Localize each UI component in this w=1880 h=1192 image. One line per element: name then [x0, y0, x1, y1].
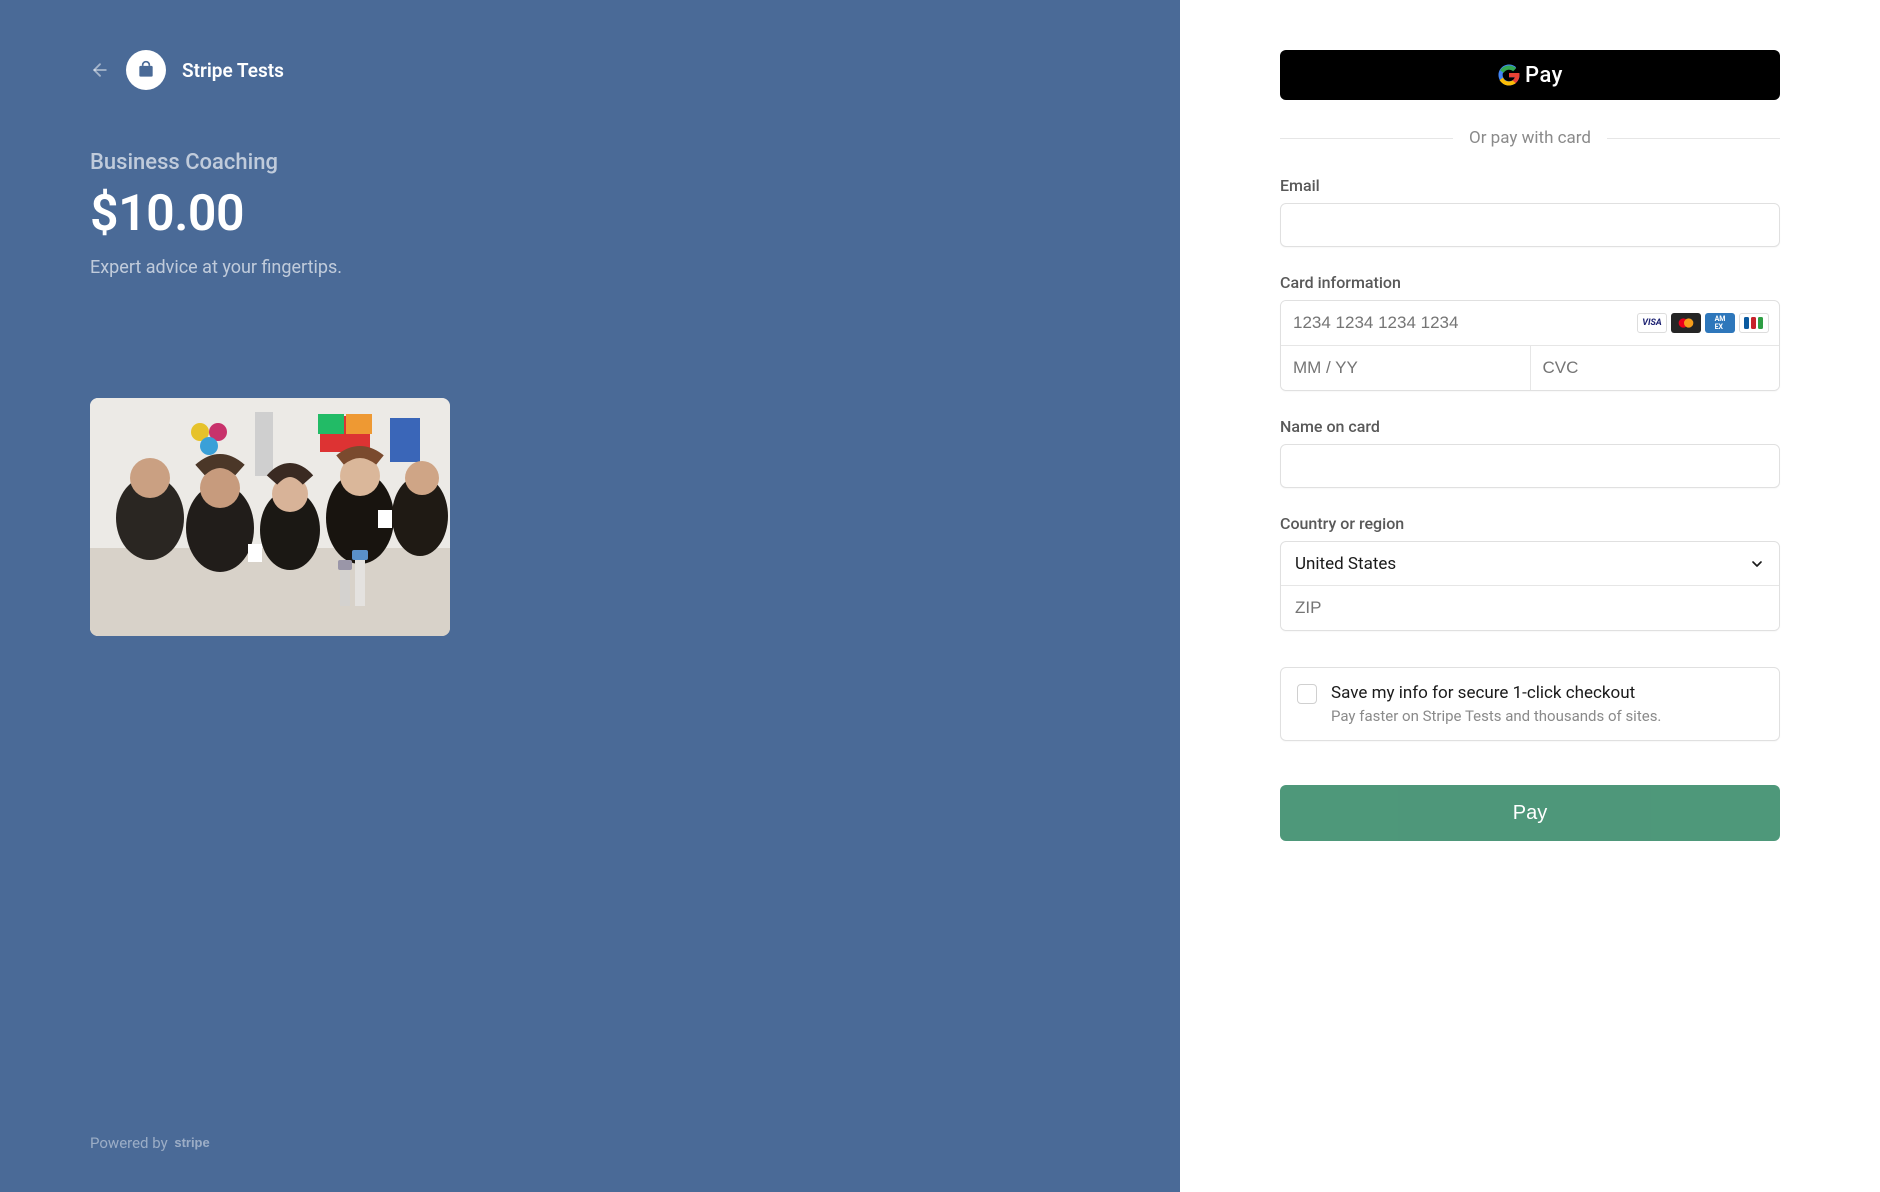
google-pay-label: Pay — [1525, 63, 1563, 88]
product-price: $10.00 — [90, 185, 1090, 243]
google-pay-button[interactable]: Pay — [1280, 50, 1780, 100]
name-on-card-label: Name on card — [1280, 417, 1780, 436]
zip-input[interactable] — [1281, 586, 1779, 630]
product-summary-panel: Stripe Tests Business Coaching $10.00 Ex… — [0, 0, 1180, 1192]
save-info-title: Save my info for secure 1-click checkout — [1331, 683, 1661, 703]
pay-button[interactable]: Pay — [1280, 785, 1780, 841]
chevron-down-icon — [1749, 556, 1765, 572]
visa-icon: VISA — [1637, 313, 1667, 333]
brand-name: Stripe Tests — [182, 59, 284, 82]
save-info-checkbox[interactable] — [1297, 684, 1317, 704]
powered-by: Powered by stripe — [90, 1094, 1090, 1152]
card-brand-icons: VISA AMEX — [1637, 313, 1769, 333]
pay-with-card-divider: Or pay with card — [1280, 128, 1780, 148]
brand-row: Stripe Tests — [90, 50, 1090, 90]
country-label: Country or region — [1280, 514, 1780, 533]
brand-logo-icon — [126, 50, 166, 90]
country-select-value: United States — [1295, 554, 1396, 574]
product-tagline: Expert advice at your fingertips. — [90, 257, 1090, 278]
email-input[interactable] — [1280, 203, 1780, 247]
save-info-subtitle: Pay faster on Stripe Tests and thousands… — [1331, 707, 1661, 725]
card-input-group: VISA AMEX — [1280, 300, 1780, 391]
back-arrow-icon[interactable] — [90, 60, 110, 80]
powered-by-text: Powered by — [90, 1134, 168, 1152]
checkout-form-panel: Pay Or pay with card Email Card informat… — [1180, 0, 1880, 1192]
product-image — [90, 398, 450, 636]
country-select[interactable]: United States — [1281, 542, 1779, 586]
name-on-card-input[interactable] — [1280, 444, 1780, 488]
jcb-icon — [1739, 313, 1769, 333]
product-name: Business Coaching — [90, 150, 1090, 175]
country-input-group: United States — [1280, 541, 1780, 631]
card-expiry-input[interactable] — [1281, 346, 1530, 390]
save-info-box: Save my info for secure 1-click checkout… — [1280, 667, 1780, 741]
divider-text: Or pay with card — [1469, 128, 1591, 148]
card-number-input[interactable] — [1281, 301, 1637, 345]
google-icon — [1497, 63, 1521, 87]
card-cvc-input[interactable] — [1531, 346, 1780, 390]
email-label: Email — [1280, 176, 1780, 195]
card-info-label: Card information — [1280, 273, 1780, 292]
svg-text:stripe: stripe — [174, 1135, 209, 1150]
amex-icon: AMEX — [1705, 313, 1735, 333]
mastercard-icon — [1671, 313, 1701, 333]
